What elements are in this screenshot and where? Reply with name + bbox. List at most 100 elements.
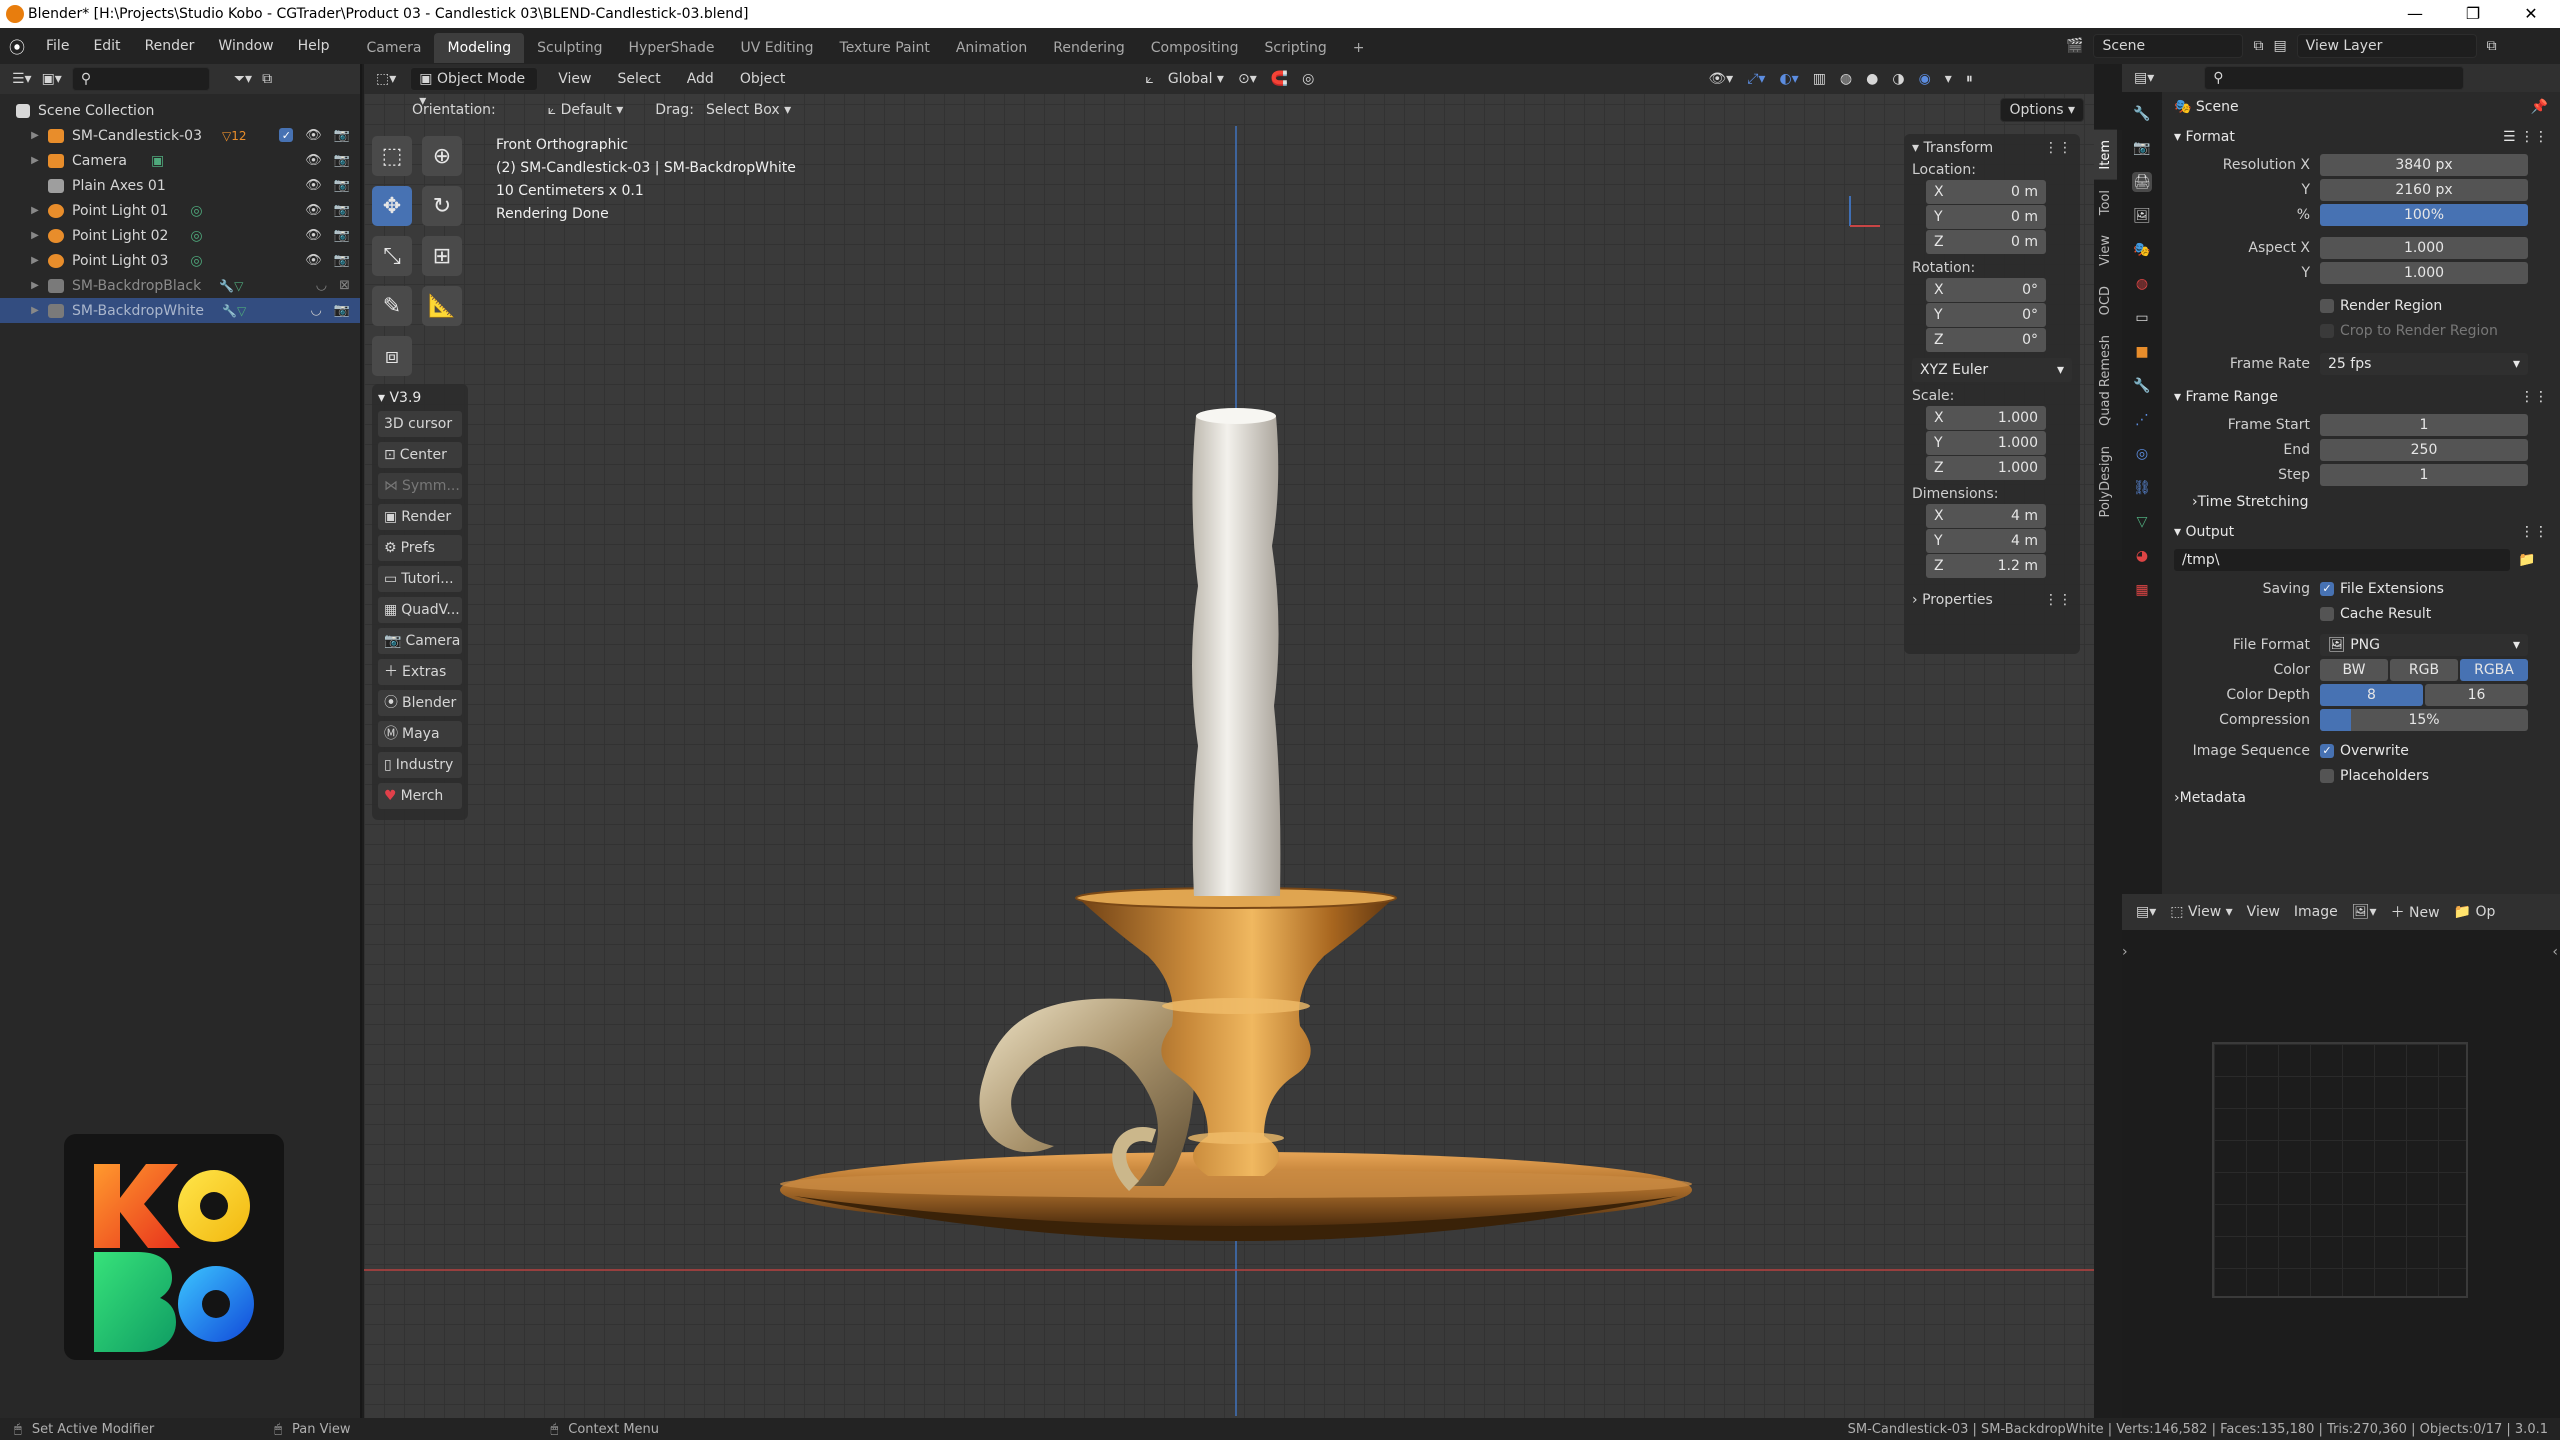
expand-icon[interactable]: ▶ xyxy=(28,305,42,316)
menu-render[interactable]: Render xyxy=(133,28,207,64)
view-layer-tab-icon[interactable]: 🖼 xyxy=(2132,206,2152,226)
image-editor[interactable]: ▤▾ ⬚ View ▾ View Image 🖼▾ ＋ New 📁 Op › ‹ xyxy=(2122,894,2560,1418)
pause-render-icon[interactable]: ⏸ xyxy=(1966,71,1973,87)
v39-3d-cursor-button[interactable]: 3D cursor xyxy=(378,411,462,437)
location-x-field[interactable]: X0 m xyxy=(1926,180,2046,204)
rotation-z-field[interactable]: Z 0° xyxy=(1926,328,2046,352)
crop-region-checkbox[interactable]: Crop to Render Region xyxy=(2320,323,2498,339)
v39-maya-button[interactable]: Ⓜ Maya xyxy=(378,721,462,747)
render-camera-icon[interactable]: 📷 xyxy=(334,128,350,143)
render-camera-icon[interactable]: 📷 xyxy=(334,178,350,193)
v39-symm-button[interactable]: ⋈ Symm... xyxy=(378,473,462,499)
data-tab-icon[interactable]: ▽ xyxy=(2132,512,2152,532)
render-disabled-icon[interactable]: ⊠ xyxy=(339,278,350,293)
proportional-edit-icon[interactable]: ◎ xyxy=(1302,71,1314,87)
outliner-item-point-light-03[interactable]: ▶ Point Light 03 ◎ 👁 📷 xyxy=(0,248,360,273)
color-rgba-button[interactable]: RGBA xyxy=(2460,658,2528,681)
new-view-layer-icon[interactable]: ⧉ xyxy=(2487,38,2497,54)
scene-icon[interactable]: 🎬 xyxy=(2066,38,2083,54)
drag-dropdown[interactable]: Select Box ▾ xyxy=(706,102,791,118)
image-canvas[interactable] xyxy=(2212,1042,2468,1298)
expand-icon[interactable]: ▶ xyxy=(28,155,42,166)
transform-orientation-icon[interactable]: ⟀ xyxy=(1145,71,1153,87)
render-camera-icon[interactable]: 📷 xyxy=(334,303,350,318)
hidden-eye-icon[interactable]: ◡ xyxy=(316,278,327,293)
filter-icon[interactable]: ⏷▾ xyxy=(234,71,252,87)
tool-tab-icon[interactable]: 🔧 xyxy=(2132,104,2152,124)
visibility-eye-icon[interactable]: 👁 xyxy=(305,203,322,218)
material-shading-icon[interactable]: ◑ xyxy=(1892,71,1904,87)
v39-blender-button[interactable]: ⦿ Blender xyxy=(378,690,462,716)
v39-merch-button[interactable]: ♥ Merch xyxy=(378,783,462,809)
outliner-item-camera[interactable]: ▶ Camera ▣ 👁 📷 xyxy=(0,148,360,173)
expand-icon[interactable]: ▶ xyxy=(28,255,42,266)
viewport-menu-view[interactable]: View xyxy=(552,64,597,94)
image-browse-icon[interactable]: 🖼▾ xyxy=(2352,904,2377,920)
toolbar-expand-icon[interactable]: › xyxy=(2122,944,2128,960)
frame-range-section-header[interactable]: ▾ Frame Range ⋮⋮ xyxy=(2162,382,2560,412)
v39-extras-button[interactable]: ＋ Extras xyxy=(378,659,462,685)
resolution-percent-slider[interactable]: 100% xyxy=(2320,203,2528,226)
annotate-tool-icon[interactable]: ✎ xyxy=(372,286,412,326)
sidebar-tab-quad-remesh[interactable]: Quad Remesh xyxy=(2094,325,2117,436)
3d-viewport[interactable]: ⬚▾ ▣ Object Mode ▾ View Select Add Objec… xyxy=(364,64,2094,1418)
visibility-eye-icon[interactable]: 👁 xyxy=(305,128,322,143)
color-bw-button[interactable]: BW xyxy=(2320,658,2388,681)
view-mode-dropdown[interactable]: ⬚ View ▾ xyxy=(2170,904,2232,920)
outliner-scene-collection[interactable]: Scene Collection xyxy=(0,98,360,123)
outliner-item-candlestick[interactable]: ▶ SM-Candlestick-03 ▽12 ✓ 👁 📷 xyxy=(0,123,360,148)
viewport-menu-select[interactable]: Select xyxy=(612,64,667,94)
outliner-item-point-light-02[interactable]: ▶ Point Light 02 ◎ 👁 📷 xyxy=(0,223,360,248)
close-icon[interactable]: ✕ xyxy=(2502,0,2560,28)
format-section-header[interactable]: ▾ Format ☰ ⋮⋮ xyxy=(2162,122,2560,152)
outliner-item-backdrop-black[interactable]: ▶ SM-BackdropBlack 🔧▽ ◡ ⊠ xyxy=(0,273,360,298)
maximize-icon[interactable]: ❐ xyxy=(2444,0,2502,28)
image-menu-view[interactable]: View xyxy=(2247,904,2280,920)
tab-camera[interactable]: Camera xyxy=(354,33,435,63)
editor-type-icon[interactable]: ▤▾ xyxy=(2134,70,2154,86)
tab-animation[interactable]: Animation xyxy=(943,33,1040,63)
editor-type-icon[interactable]: ☰▾ xyxy=(12,71,32,87)
v39-prefs-button[interactable]: ⚙ Prefs xyxy=(378,535,462,561)
scale-y-field[interactable]: Y 1.000 xyxy=(1926,431,2046,455)
render-region-checkbox[interactable]: Render Region xyxy=(2320,298,2442,314)
viewport-menu-add[interactable]: Add xyxy=(681,64,720,94)
transform-tool-icon[interactable]: ⊞ xyxy=(422,236,462,276)
constraints-tab-icon[interactable]: ⛓ xyxy=(2132,478,2152,498)
measure-tool-icon[interactable]: 📐 xyxy=(422,286,462,326)
resolution-x-field[interactable]: 3840 px xyxy=(2320,153,2528,176)
expand-icon[interactable]: ▶ xyxy=(28,230,42,241)
location-z-field[interactable]: Z0 m xyxy=(1926,230,2046,254)
outliner-item-backdrop-white[interactable]: ▶ SM-BackdropWhite 🔧▽ ◡ 📷 xyxy=(0,298,360,323)
dimensions-y-field[interactable]: Y4 m xyxy=(1926,529,2046,553)
physics-tab-icon[interactable]: ◎ xyxy=(2132,444,2152,464)
resolution-y-field[interactable]: 2160 px xyxy=(2320,178,2528,201)
transform-space-dropdown[interactable]: Global ▾ xyxy=(1168,71,1224,87)
sidebar-expand-icon[interactable]: ‹ xyxy=(2552,944,2558,960)
dimensions-z-field[interactable]: Z 1.2 m xyxy=(1926,554,2046,578)
scale-x-field[interactable]: X 1.000 xyxy=(1926,406,2046,430)
add-workspace-button[interactable]: + xyxy=(1340,33,1378,63)
navigation-gizmo[interactable] xyxy=(1849,196,1880,227)
properties-subpanel-header[interactable]: › Properties ⋮⋮ xyxy=(1912,592,2072,608)
tab-scripting[interactable]: Scripting xyxy=(1252,33,1340,63)
visibility-eye-icon[interactable]: 👁 xyxy=(305,253,322,268)
outliner-item-point-light-01[interactable]: ▶ Point Light 01 ◎ 👁 📷 xyxy=(0,198,360,223)
select-box-tool-icon[interactable]: ⬚ xyxy=(372,136,412,176)
file-format-dropdown[interactable]: 🖼 PNG ▾ xyxy=(2320,633,2528,656)
color-depth-16-button[interactable]: 16 xyxy=(2425,683,2528,706)
location-y-field[interactable]: Y0 m xyxy=(1926,205,2046,229)
frame-end-field[interactable]: 250 xyxy=(2320,438,2528,461)
image-menu-image[interactable]: Image xyxy=(2294,904,2338,920)
sidebar-tab-item[interactable]: Item xyxy=(2094,130,2117,180)
transform-header[interactable]: ▾ Transform ⋮⋮ xyxy=(1912,140,2072,156)
options-dropdown[interactable]: Options ▾ xyxy=(2000,98,2084,122)
color-rgb-button[interactable]: RGB xyxy=(2390,658,2458,681)
aspect-x-field[interactable]: 1.000 xyxy=(2320,236,2528,259)
rendered-shading-icon[interactable]: ◉ xyxy=(1919,71,1931,87)
file-extensions-checkbox[interactable]: ✓ File Extensions xyxy=(2320,581,2444,597)
folder-icon[interactable]: 📁 xyxy=(2518,552,2535,568)
shading-options-icon[interactable]: ▾ xyxy=(1945,71,1952,87)
aspect-y-field[interactable]: 1.000 xyxy=(2320,261,2528,284)
menu-edit[interactable]: Edit xyxy=(81,28,132,64)
